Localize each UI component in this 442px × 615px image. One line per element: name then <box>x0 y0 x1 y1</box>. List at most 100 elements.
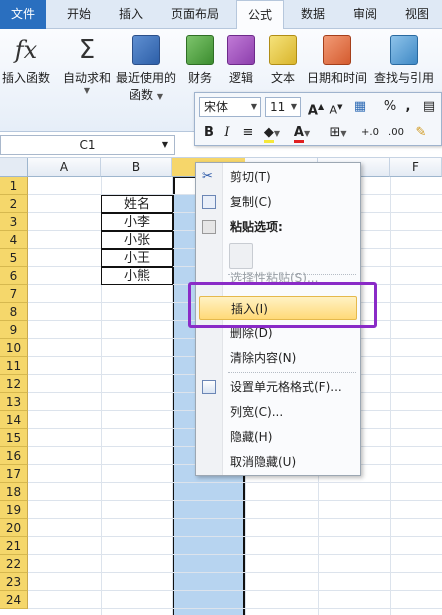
name-box[interactable]: C1 ▼ <box>0 135 175 155</box>
menu-item-unhide[interactable]: 取消隐藏(U) <box>196 450 360 474</box>
grid-line <box>28 590 442 591</box>
bold-button[interactable]: B <box>201 123 217 143</box>
recent-functions-button[interactable]: 最近使用的 函数 ▼ <box>115 35 177 103</box>
row-header[interactable]: 10 <box>0 339 28 357</box>
chevron-down-icon: ▼ <box>290 102 297 111</box>
recent-functions-label-2: 函数 ▼ <box>129 88 163 102</box>
text-button[interactable]: 文本 <box>266 35 300 86</box>
grid-line <box>28 554 442 555</box>
select-all-corner[interactable] <box>0 158 28 177</box>
financial-label: 财务 <box>187 71 212 85</box>
cell-b6[interactable]: 小熊 <box>101 267 173 285</box>
menu-item-format-cells[interactable]: 设置单元格格式(F)... <box>196 375 360 399</box>
grid-line <box>28 536 442 537</box>
row-header[interactable]: 21 <box>0 537 28 555</box>
tab-review[interactable]: 审阅 <box>342 0 388 29</box>
star-book-icon <box>132 35 160 65</box>
tab-file[interactable]: 文件 <box>0 0 46 29</box>
grid-line <box>28 608 442 609</box>
font-color-icon[interactable]: A▼ <box>291 123 313 143</box>
increase-decimal-icon[interactable]: +.0 <box>359 123 381 143</box>
italic-button[interactable]: I <box>219 123 235 143</box>
column-header-b[interactable]: B <box>101 158 172 177</box>
grid-line <box>390 177 391 615</box>
financial-book-icon <box>186 35 214 65</box>
clipboard-icon <box>202 220 216 234</box>
row-header[interactable]: 17 <box>0 465 28 483</box>
menu-item-copy[interactable]: 复制(C) <box>196 190 360 214</box>
text-label: 文本 <box>270 71 295 85</box>
tab-insert[interactable]: 插入 <box>108 0 154 29</box>
row-header[interactable]: 19 <box>0 501 28 519</box>
shrink-font-icon[interactable]: A▼ <box>327 97 345 117</box>
row-header[interactable]: 8 <box>0 303 28 321</box>
row-header[interactable]: 22 <box>0 555 28 573</box>
font-name-combo[interactable]: 宋体 ▼ <box>199 97 261 117</box>
fill-color-icon[interactable]: ◆▼ <box>261 123 283 143</box>
cell-b4[interactable]: 小张 <box>101 231 173 249</box>
recent-functions-label: 最近使用的 <box>115 71 176 85</box>
menu-item-column-width[interactable]: 列宽(C)... <box>196 400 360 424</box>
cell-b2[interactable]: 姓名 <box>101 195 173 213</box>
accounting-format-icon[interactable]: ▦ <box>349 97 371 117</box>
clock-book-icon <box>323 35 351 65</box>
tab-data[interactable]: 数据 <box>290 0 336 29</box>
tab-formulas[interactable]: 公式 <box>236 0 284 30</box>
row-header[interactable]: 12 <box>0 375 28 393</box>
text-book-icon <box>269 35 297 65</box>
datetime-button[interactable]: 日期和时间 <box>306 35 368 86</box>
tab-view[interactable]: 视图 <box>394 0 440 29</box>
autosum-button[interactable]: Σ 自动求和 ▼ <box>60 35 114 95</box>
row-header[interactable]: 18 <box>0 483 28 501</box>
align-center-icon[interactable]: ≡ <box>239 123 257 143</box>
row-header[interactable]: 4 <box>0 231 28 249</box>
format-painter-small-icon[interactable]: ▤ <box>421 97 437 117</box>
row-header[interactable]: 20 <box>0 519 28 537</box>
row-header[interactable]: 3 <box>0 213 28 231</box>
row-header[interactable]: 9 <box>0 321 28 339</box>
lookup-button[interactable]: 查找与引用 <box>372 35 436 86</box>
tab-page-layout[interactable]: 页面布局 <box>160 0 230 29</box>
borders-icon[interactable]: ⊞▼ <box>327 123 349 143</box>
menu-item-clear-contents[interactable]: 清除内容(N) <box>196 346 360 370</box>
column-header-f[interactable]: F <box>390 158 442 177</box>
datetime-label: 日期和时间 <box>306 71 367 85</box>
row-header[interactable]: 1 <box>0 177 28 195</box>
row-header[interactable]: 13 <box>0 393 28 411</box>
row-header[interactable]: 7 <box>0 285 28 303</box>
grid-line <box>28 500 442 501</box>
grid-line <box>28 482 442 483</box>
menu-item-hide[interactable]: 隐藏(H) <box>196 425 360 449</box>
lookup-label: 查找与引用 <box>373 71 434 85</box>
format-painter-icon[interactable]: ✎ <box>411 123 431 143</box>
row-header[interactable]: 2 <box>0 195 28 213</box>
row-header[interactable]: 24 <box>0 591 28 609</box>
logical-label: 逻辑 <box>228 71 253 85</box>
row-header[interactable]: 11 <box>0 357 28 375</box>
comma-button[interactable]: , <box>401 97 415 117</box>
menu-item-cut[interactable]: ✂ 剪切(T) <box>196 165 360 189</box>
grid-line <box>28 572 442 573</box>
cell-b3[interactable]: 小李 <box>101 213 173 231</box>
font-size-combo[interactable]: 11 ▼ <box>265 97 301 117</box>
magnifier-book-icon <box>390 35 418 65</box>
insert-function-button[interactable]: fx 插入函数 <box>0 35 52 86</box>
logical-button[interactable]: 逻辑 <box>224 35 258 86</box>
cell-b5[interactable]: 小王 <box>101 249 173 267</box>
decrease-decimal-icon[interactable]: .00 <box>385 123 407 143</box>
tab-home[interactable]: 开始 <box>56 0 102 29</box>
grid-line <box>28 518 442 519</box>
row-header[interactable]: 23 <box>0 573 28 591</box>
row-header[interactable]: 14 <box>0 411 28 429</box>
chevron-down-icon: ▼ <box>161 140 168 149</box>
scissors-icon: ✂ <box>202 169 213 184</box>
grow-font-icon[interactable]: A▲ <box>307 97 325 118</box>
financial-button[interactable]: 财务 <box>183 35 217 86</box>
column-header-a[interactable]: A <box>28 158 101 177</box>
row-header[interactable]: 16 <box>0 447 28 465</box>
row-header[interactable]: 15 <box>0 429 28 447</box>
percent-button[interactable]: % <box>381 97 399 117</box>
row-header[interactable]: 6 <box>0 267 28 285</box>
row-header[interactable]: 5 <box>0 249 28 267</box>
function-icon: fx <box>14 36 38 64</box>
